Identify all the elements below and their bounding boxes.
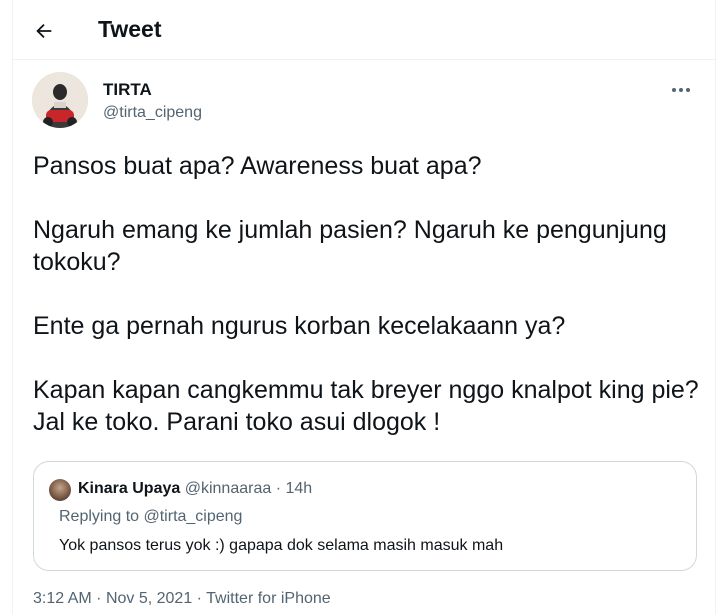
- quote-timestamp: 14h: [285, 480, 313, 497]
- tweet-source[interactable]: Twitter for iPhone: [206, 590, 331, 607]
- more-horizontal-icon: [672, 88, 690, 92]
- tweet-paragraph: Ente ga pernah ngurus korban kecelakaann…: [33, 312, 566, 340]
- page-title: Tweet: [98, 16, 162, 42]
- separator-dot: ·: [275, 480, 282, 497]
- tweet-time[interactable]: 3:12 AM: [33, 590, 92, 607]
- tweet-paragraph: Kapan kapan cangkemmu tak breyer nggo kn…: [33, 376, 699, 436]
- tweet-date[interactable]: Nov 5, 2021: [106, 590, 192, 607]
- author-handle[interactable]: @tirta_cipeng: [103, 104, 202, 122]
- more-button[interactable]: [667, 80, 695, 100]
- quoted-tweet[interactable]: Kinara Upaya @kinnaaraa · 14h Replying t…: [33, 461, 697, 571]
- quote-author-avatar: [49, 479, 71, 501]
- separator-dot: ·: [196, 590, 202, 607]
- tweet-paragraph: Pansos buat apa? Awareness buat apa?: [33, 152, 482, 180]
- tweet-page: Tweet TIRTA @tirta_cipeng Pansos buat ap…: [12, 0, 716, 614]
- arrow-left-icon: [36, 23, 52, 39]
- separator-dot: ·: [96, 590, 102, 607]
- page-header: Tweet: [13, 0, 715, 60]
- author-name[interactable]: TIRTA: [103, 80, 152, 100]
- back-button[interactable]: [27, 14, 61, 48]
- quote-author-handle: @kinnaaraa: [184, 480, 272, 497]
- author-avatar[interactable]: [32, 72, 88, 128]
- tweet-meta: 3:12 AM · Nov 5, 2021 · Twitter for iPho…: [33, 590, 331, 608]
- replying-to-text: Replying to @tirta_cipeng: [59, 508, 243, 525]
- tweet-text: Pansos buat apa? Awareness buat apa? Nga…: [33, 150, 703, 438]
- quote-header: Kinara Upaya @kinnaaraa · 14h: [78, 480, 312, 498]
- quote-author-name: Kinara Upaya: [78, 480, 181, 497]
- avatar-image: [32, 72, 88, 128]
- tweet-paragraph: Ngaruh emang ke jumlah pasien? Ngaruh ke…: [33, 216, 667, 276]
- quote-text: Yok pansos terus yok :) gapapa dok selam…: [59, 537, 504, 554]
